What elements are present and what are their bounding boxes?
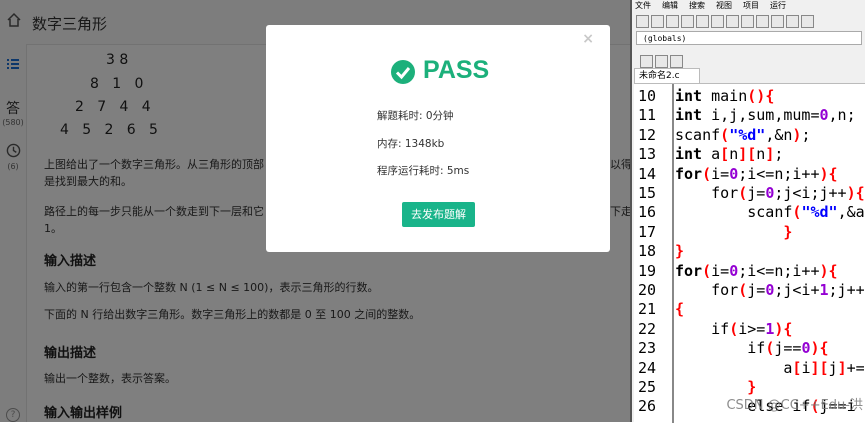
code-line[interactable]: } bbox=[675, 223, 792, 241]
code-line[interactable]: int main(){ bbox=[675, 87, 774, 105]
code-line[interactable]: int a[n][n]; bbox=[675, 145, 783, 163]
code-line[interactable]: } bbox=[675, 242, 684, 260]
code-line[interactable]: scanf("%d",&n); bbox=[675, 126, 810, 144]
code-line[interactable]: for(j=0;j<i;j++){ bbox=[675, 184, 865, 202]
close-icon[interactable]: × bbox=[582, 31, 594, 47]
line-gutter: 10 11 12 13 14 15 16 17 18 19 20 21 22 23 24 25 26 bbox=[634, 84, 674, 423]
publish-solution-button[interactable]: 去发布题解 bbox=[402, 202, 475, 227]
line-number: 18 bbox=[638, 242, 657, 261]
save-all-icon[interactable] bbox=[681, 15, 694, 28]
line-number: 21 bbox=[638, 300, 657, 319]
line-number: 16 bbox=[638, 203, 657, 222]
solve-time: 解题耗时: 0分钟 bbox=[377, 110, 454, 122]
code-line[interactable]: if(i>=1){ bbox=[675, 320, 792, 338]
redo-icon[interactable] bbox=[741, 15, 754, 28]
line-number: 20 bbox=[638, 281, 657, 299]
menu-edit[interactable]: 编辑 bbox=[662, 1, 678, 10]
new-file-icon[interactable] bbox=[636, 15, 649, 28]
line-number: 13 bbox=[638, 145, 657, 164]
line-number: 15 bbox=[638, 184, 657, 202]
code-editor-window: 文件 编辑 搜索 视图 项目 运行 (globals) 未命名2.c 10 11 12 13 14… bbox=[630, 0, 865, 423]
line-number: 10 bbox=[638, 87, 657, 105]
save-icon[interactable] bbox=[666, 15, 679, 28]
back-icon[interactable] bbox=[640, 55, 653, 68]
replace-icon[interactable] bbox=[771, 15, 784, 28]
result-dialog: × PASS 解题耗时: 0分钟 内存: 1348kb 程序运行耗时: 5ms … bbox=[266, 25, 610, 252]
code-line[interactable]: for(i=0;i<=n;i++){ bbox=[675, 262, 838, 280]
code-line[interactable]: if(j==0){ bbox=[675, 339, 828, 357]
bookmark-icon[interactable] bbox=[670, 55, 683, 68]
line-number: 17 bbox=[638, 222, 657, 241]
undo-icon[interactable] bbox=[726, 15, 739, 28]
forward-icon[interactable] bbox=[655, 55, 668, 68]
line-number: 12 bbox=[638, 125, 657, 144]
menu-view[interactable]: 视图 bbox=[716, 1, 732, 10]
memory-usage: 内存: 1348kb bbox=[377, 138, 445, 150]
code-area[interactable]: 10 11 12 13 14 15 16 17 18 19 20 21 22 23 24 25 26 int m… bbox=[634, 83, 865, 423]
menu-project[interactable]: 项目 bbox=[743, 1, 759, 10]
menu-bar: 文件 编辑 搜索 视图 项目 运行 bbox=[632, 0, 865, 10]
result-label: PASS bbox=[423, 56, 490, 84]
line-number: 22 bbox=[638, 319, 657, 338]
open-icon[interactable] bbox=[651, 15, 664, 28]
line-number: 14 bbox=[638, 164, 657, 183]
menu-file[interactable]: 文件 bbox=[635, 1, 651, 10]
line-number: 19 bbox=[638, 261, 657, 280]
watermark: CSDN @CC++Edu-洪 bbox=[726, 398, 863, 413]
code-line[interactable]: for(i=0;i<=n;i++){ bbox=[675, 165, 838, 183]
line-number: 25 bbox=[638, 378, 657, 396]
file-tab[interactable]: 未命名2.c bbox=[634, 68, 700, 83]
check-circle-icon bbox=[390, 59, 416, 89]
code-line[interactable]: { bbox=[675, 300, 684, 318]
compile-icon[interactable] bbox=[786, 15, 799, 28]
find-icon[interactable] bbox=[756, 15, 769, 28]
code-line[interactable]: for(j=0;j<i+1;j++) bbox=[675, 281, 865, 299]
code-line[interactable]: scanf("%d",&a[ bbox=[675, 203, 865, 221]
toolbar bbox=[636, 11, 816, 28]
scope-select[interactable]: (globals) bbox=[636, 31, 862, 45]
line-number: 26 bbox=[638, 397, 657, 416]
line-number: 11 bbox=[638, 106, 657, 125]
code-line[interactable]: int i,j,sum,mum=0,n; bbox=[675, 106, 856, 124]
run-icon[interactable] bbox=[801, 15, 814, 28]
line-number: 23 bbox=[638, 339, 657, 358]
line-number: 24 bbox=[638, 358, 657, 377]
menu-run[interactable]: 运行 bbox=[770, 1, 786, 10]
code-line[interactable]: a[i][j]+=a bbox=[675, 359, 865, 377]
menu-search[interactable]: 搜索 bbox=[689, 1, 705, 10]
problem-page: 数字三角形 答 (580) (6) ? 3 8 8 1 0 2 7 4 4 4 … bbox=[0, 0, 630, 422]
run-time: 程序运行耗时: 5ms bbox=[377, 165, 470, 177]
close-file-icon[interactable] bbox=[696, 15, 709, 28]
print-icon[interactable] bbox=[711, 15, 724, 28]
